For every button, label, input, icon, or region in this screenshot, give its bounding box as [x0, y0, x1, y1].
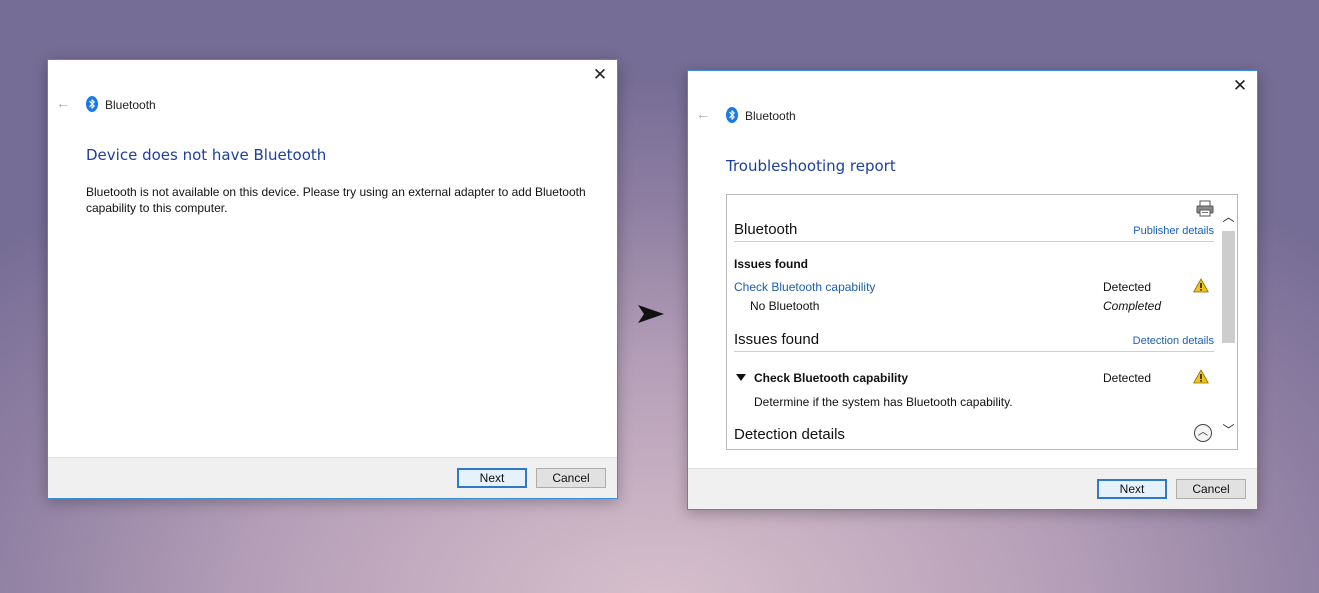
back-arrow-icon[interactable]: ← — [696, 107, 710, 121]
warning-icon — [1193, 278, 1209, 293]
arrow-right-icon — [638, 305, 664, 323]
issue-status: Detected — [1103, 280, 1152, 294]
scroll-up-icon[interactable]: ︿ — [1221, 208, 1236, 224]
report-section-bluetooth: Bluetooth Publisher details — [734, 221, 1214, 242]
scroll-down-icon[interactable]: ﹀ — [1221, 421, 1236, 437]
next-button[interactable]: Next — [1097, 479, 1167, 499]
issues-found-label: Issues found — [734, 257, 809, 271]
cancel-button[interactable]: Cancel — [1176, 479, 1246, 499]
message-text: Bluetooth is not available on this devic… — [86, 185, 586, 215]
sub-issue-label: No Bluetooth — [750, 299, 820, 313]
expand-triangle-icon[interactable] — [736, 374, 746, 382]
bluetooth-troubleshooter-report: ✕ ← Bluetooth Troubleshooting report Blu… — [687, 70, 1258, 510]
check-bluetooth-capability-link[interactable]: Check Bluetooth capability — [734, 280, 875, 294]
back-arrow-icon[interactable]: ← — [56, 96, 70, 110]
detection-details-link[interactable]: Detection details — [1133, 335, 1214, 347]
app-title: Bluetooth — [745, 109, 796, 123]
close-icon[interactable]: ✕ — [587, 63, 613, 87]
app-title: Bluetooth — [105, 98, 156, 112]
sub-issue-status: Completed — [1103, 299, 1162, 313]
collapse-icon[interactable]: ︿ — [1194, 424, 1212, 442]
close-icon[interactable]: ✕ — [1227, 74, 1253, 98]
section-title: Bluetooth — [734, 221, 798, 238]
report-section-issues-found: Issues found Detection details — [734, 331, 1214, 352]
bluetooth-icon — [726, 107, 738, 123]
warning-icon — [1193, 369, 1209, 384]
page-heading: Device does not have Bluetooth — [86, 146, 327, 164]
bluetooth-dialog-no-device: ✕ ← Bluetooth Device does not have Bluet… — [47, 59, 618, 499]
bluetooth-icon — [86, 96, 98, 112]
printer-icon[interactable] — [1196, 200, 1214, 217]
publisher-details-link[interactable]: Publisher details — [1133, 225, 1214, 237]
troubleshooting-report-panel[interactable]: Bluetooth Publisher details Issues found… — [726, 194, 1238, 450]
page-heading: Troubleshooting report — [726, 157, 896, 175]
dialog-footer: Next Cancel — [48, 457, 617, 498]
section-title: Issues found — [734, 331, 820, 348]
detection-details-heading: Detection details — [734, 426, 845, 443]
scrollbar-thumb[interactable] — [1222, 231, 1235, 343]
dialog-footer: Next Cancel — [688, 468, 1257, 509]
detail-status: Detected — [1103, 371, 1152, 385]
cancel-button[interactable]: Cancel — [536, 468, 606, 488]
report-scrollbar[interactable]: ︿ ﹀ — [1220, 195, 1237, 449]
detail-description: Determine if the system has Bluetooth ca… — [754, 395, 1013, 409]
next-button[interactable]: Next — [457, 468, 527, 488]
detail-title[interactable]: Check Bluetooth capability — [754, 371, 908, 385]
